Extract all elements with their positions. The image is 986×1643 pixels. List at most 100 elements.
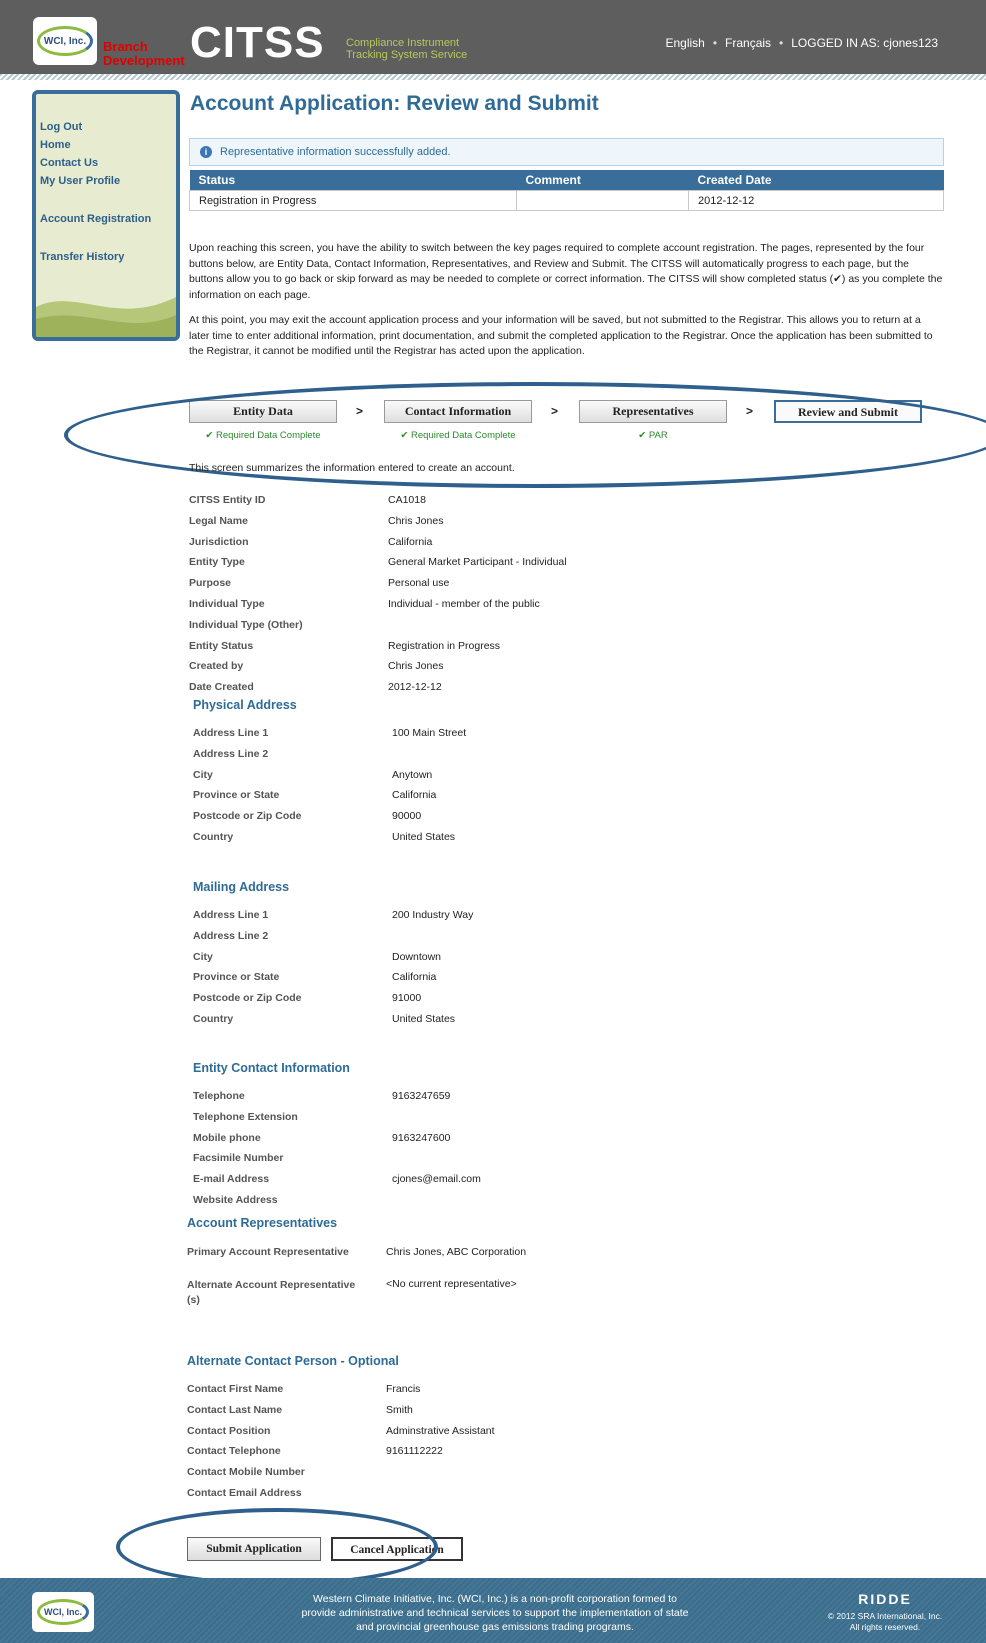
field-label: Facsimile Number bbox=[193, 1152, 284, 1165]
field-value: California bbox=[392, 789, 437, 802]
field-label: Postcode or Zip Code bbox=[193, 810, 302, 823]
field-row: Contact Mobile Number bbox=[187, 1466, 687, 1487]
field-label: Address Line 2 bbox=[193, 747, 269, 760]
table-cell bbox=[516, 190, 689, 211]
field-value: 100 Main Street bbox=[392, 727, 467, 739]
field-value: Anytown bbox=[392, 768, 433, 781]
info-message: i Representative information successfull… bbox=[189, 138, 944, 166]
step-status: ✔ PAR bbox=[638, 430, 668, 441]
logo-text: WCI, Inc. bbox=[43, 35, 87, 47]
field-label: Province or State bbox=[193, 971, 280, 984]
field-label: Country bbox=[193, 830, 234, 843]
summary-intro: This screen summarizes the information e… bbox=[189, 462, 515, 474]
field-label: Address Line 2 bbox=[193, 929, 269, 942]
footer-copyright: RIDDE © 2012 SRA International, Inc. All… bbox=[810, 1591, 960, 1633]
app-subtitle: Compliance Instrument Tracking System Se… bbox=[346, 37, 467, 61]
field-row: Contact First Name Francis bbox=[187, 1383, 687, 1404]
branch-line-2: Development bbox=[103, 53, 185, 68]
field-label: Telephone Extension bbox=[193, 1110, 298, 1123]
cancel-application-button[interactable]: Cancel Application bbox=[331, 1537, 463, 1561]
step-arrow: > bbox=[356, 404, 364, 418]
page-footer: WCI, Inc. Western Climate Initiative, In… bbox=[0, 1578, 986, 1643]
column-header: Created Date bbox=[688, 170, 944, 191]
field-label: Address Line 1 bbox=[193, 909, 269, 921]
sidebar-item-my-user-profile[interactable]: My User Profile bbox=[40, 172, 151, 190]
wci-logo[interactable]: WCI, Inc. bbox=[33, 17, 97, 65]
sidebar-item-contact-us[interactable]: Contact Us bbox=[40, 154, 151, 172]
sidebar-links: Log Out Home Contact Us My User Profile … bbox=[40, 118, 151, 266]
mailing-address-heading: Mailing Address bbox=[193, 880, 290, 894]
sidebar-item-transfer-history[interactable]: Transfer History bbox=[40, 248, 151, 266]
field-label: Purpose bbox=[189, 577, 232, 590]
field-value: 2012-12-12 bbox=[388, 681, 442, 694]
logo-text: WCI, Inc. bbox=[44, 1607, 82, 1617]
field-row: Province or State California bbox=[193, 789, 693, 810]
physical-address-heading: Physical Address bbox=[193, 698, 297, 712]
field-label: Date Created bbox=[189, 681, 254, 694]
field-label: Country bbox=[193, 1012, 234, 1025]
sra-logo: RIDDE bbox=[858, 1591, 912, 1607]
step-representatives-button[interactable]: Representatives bbox=[579, 400, 727, 423]
header-nav: English • Français • LOGGED IN AS: cjone… bbox=[665, 36, 938, 50]
field-row: Contact Email Address bbox=[187, 1487, 687, 1508]
field-row: Contact Telephone 9161112222 bbox=[187, 1445, 687, 1466]
field-value: 91000 bbox=[392, 992, 422, 1005]
field-value: cjones@email.com bbox=[392, 1173, 481, 1186]
lang-french-link[interactable]: Français bbox=[725, 36, 771, 50]
page-title: Account Application: Review and Submit bbox=[190, 92, 599, 115]
column-header: Status bbox=[189, 170, 517, 191]
copyright-line: All rights reserved. bbox=[849, 1622, 921, 1632]
sidebar-item-log-out[interactable]: Log Out bbox=[40, 118, 151, 136]
status-table-header: Status Comment Created Date bbox=[189, 170, 944, 191]
field-row: Individual Type (Other) bbox=[189, 619, 689, 640]
status-table: Status Comment Created Date Registration… bbox=[189, 170, 944, 211]
field-label: Legal Name bbox=[189, 514, 248, 527]
field-label: Alternate Account Representative (s) bbox=[187, 1278, 355, 1308]
step-contact-information-button[interactable]: Contact Information bbox=[384, 400, 532, 423]
field-row: City Anytown bbox=[193, 769, 693, 790]
field-row: Postcode or Zip Code 91000 bbox=[193, 992, 693, 1013]
app-subtitle-2: Tracking System Service bbox=[346, 49, 468, 61]
step-entity-data-button[interactable]: Entity Data bbox=[189, 400, 337, 423]
sidebar-item-home[interactable]: Home bbox=[40, 136, 151, 154]
field-row: Address Line 1 200 Industry Way bbox=[193, 909, 693, 930]
field-row: Website Address bbox=[193, 1194, 693, 1215]
field-value: General Market Participant - Individual bbox=[388, 556, 567, 569]
field-value: United States bbox=[392, 830, 456, 843]
field-value: Registration in Progress bbox=[388, 639, 501, 652]
field-value: 9161112222 bbox=[386, 1445, 443, 1458]
field-row: Entity Status Registration in Progress bbox=[189, 640, 689, 661]
field-row: Address Line 2 bbox=[193, 748, 693, 769]
field-value: CA1018 bbox=[388, 494, 426, 506]
main-content: Account Application: Review and Submit i… bbox=[189, 92, 944, 360]
step-navigation: Entity Data > Contact Information > Repr… bbox=[189, 400, 929, 444]
field-label: Contact First Name bbox=[187, 1383, 284, 1395]
wci-logo-mark: WCI, Inc. bbox=[37, 1599, 89, 1625]
field-row: Jurisdiction California bbox=[189, 536, 689, 557]
field-row: Facsimile Number bbox=[193, 1152, 693, 1173]
field-value: Francis bbox=[386, 1383, 421, 1395]
info-message-text: Representative information successfully … bbox=[220, 146, 451, 158]
field-label-line: Alternate Account Representative bbox=[187, 1279, 356, 1291]
field-row: Contact Last Name Smith bbox=[187, 1404, 687, 1425]
field-label: Individual Type (Other) bbox=[189, 618, 303, 631]
sidebar-item-account-registration[interactable]: Account Registration bbox=[40, 210, 151, 228]
field-label: CITSS Entity ID bbox=[189, 494, 266, 506]
field-label: Primary Account Representative bbox=[187, 1246, 349, 1258]
lang-english-link[interactable]: English bbox=[665, 36, 704, 50]
submit-application-button[interactable]: Submit Application bbox=[187, 1537, 321, 1561]
field-label: Postcode or Zip Code bbox=[193, 992, 302, 1005]
step-status: ✔ Required Data Complete bbox=[400, 430, 516, 441]
copyright-line: © 2012 SRA International, Inc. bbox=[827, 1611, 943, 1621]
nav-separator: • bbox=[712, 36, 718, 50]
field-value: United States bbox=[392, 1012, 456, 1025]
field-label: Website Address bbox=[193, 1193, 278, 1206]
footer-description: Western Climate Initiative, Inc. (WCI, I… bbox=[301, 1593, 689, 1633]
step-status: ✔ Required Data Complete bbox=[205, 430, 321, 441]
step-review-submit-button[interactable]: Review and Submit bbox=[774, 400, 922, 423]
field-label: Jurisdiction bbox=[189, 535, 249, 548]
alternate-contact-section: Contact First Name Francis Contact Last N… bbox=[187, 1383, 687, 1508]
field-label: Individual Type bbox=[189, 597, 265, 610]
field-row: City Downtown bbox=[193, 951, 693, 972]
field-value: 200 Industry Way bbox=[392, 909, 474, 921]
